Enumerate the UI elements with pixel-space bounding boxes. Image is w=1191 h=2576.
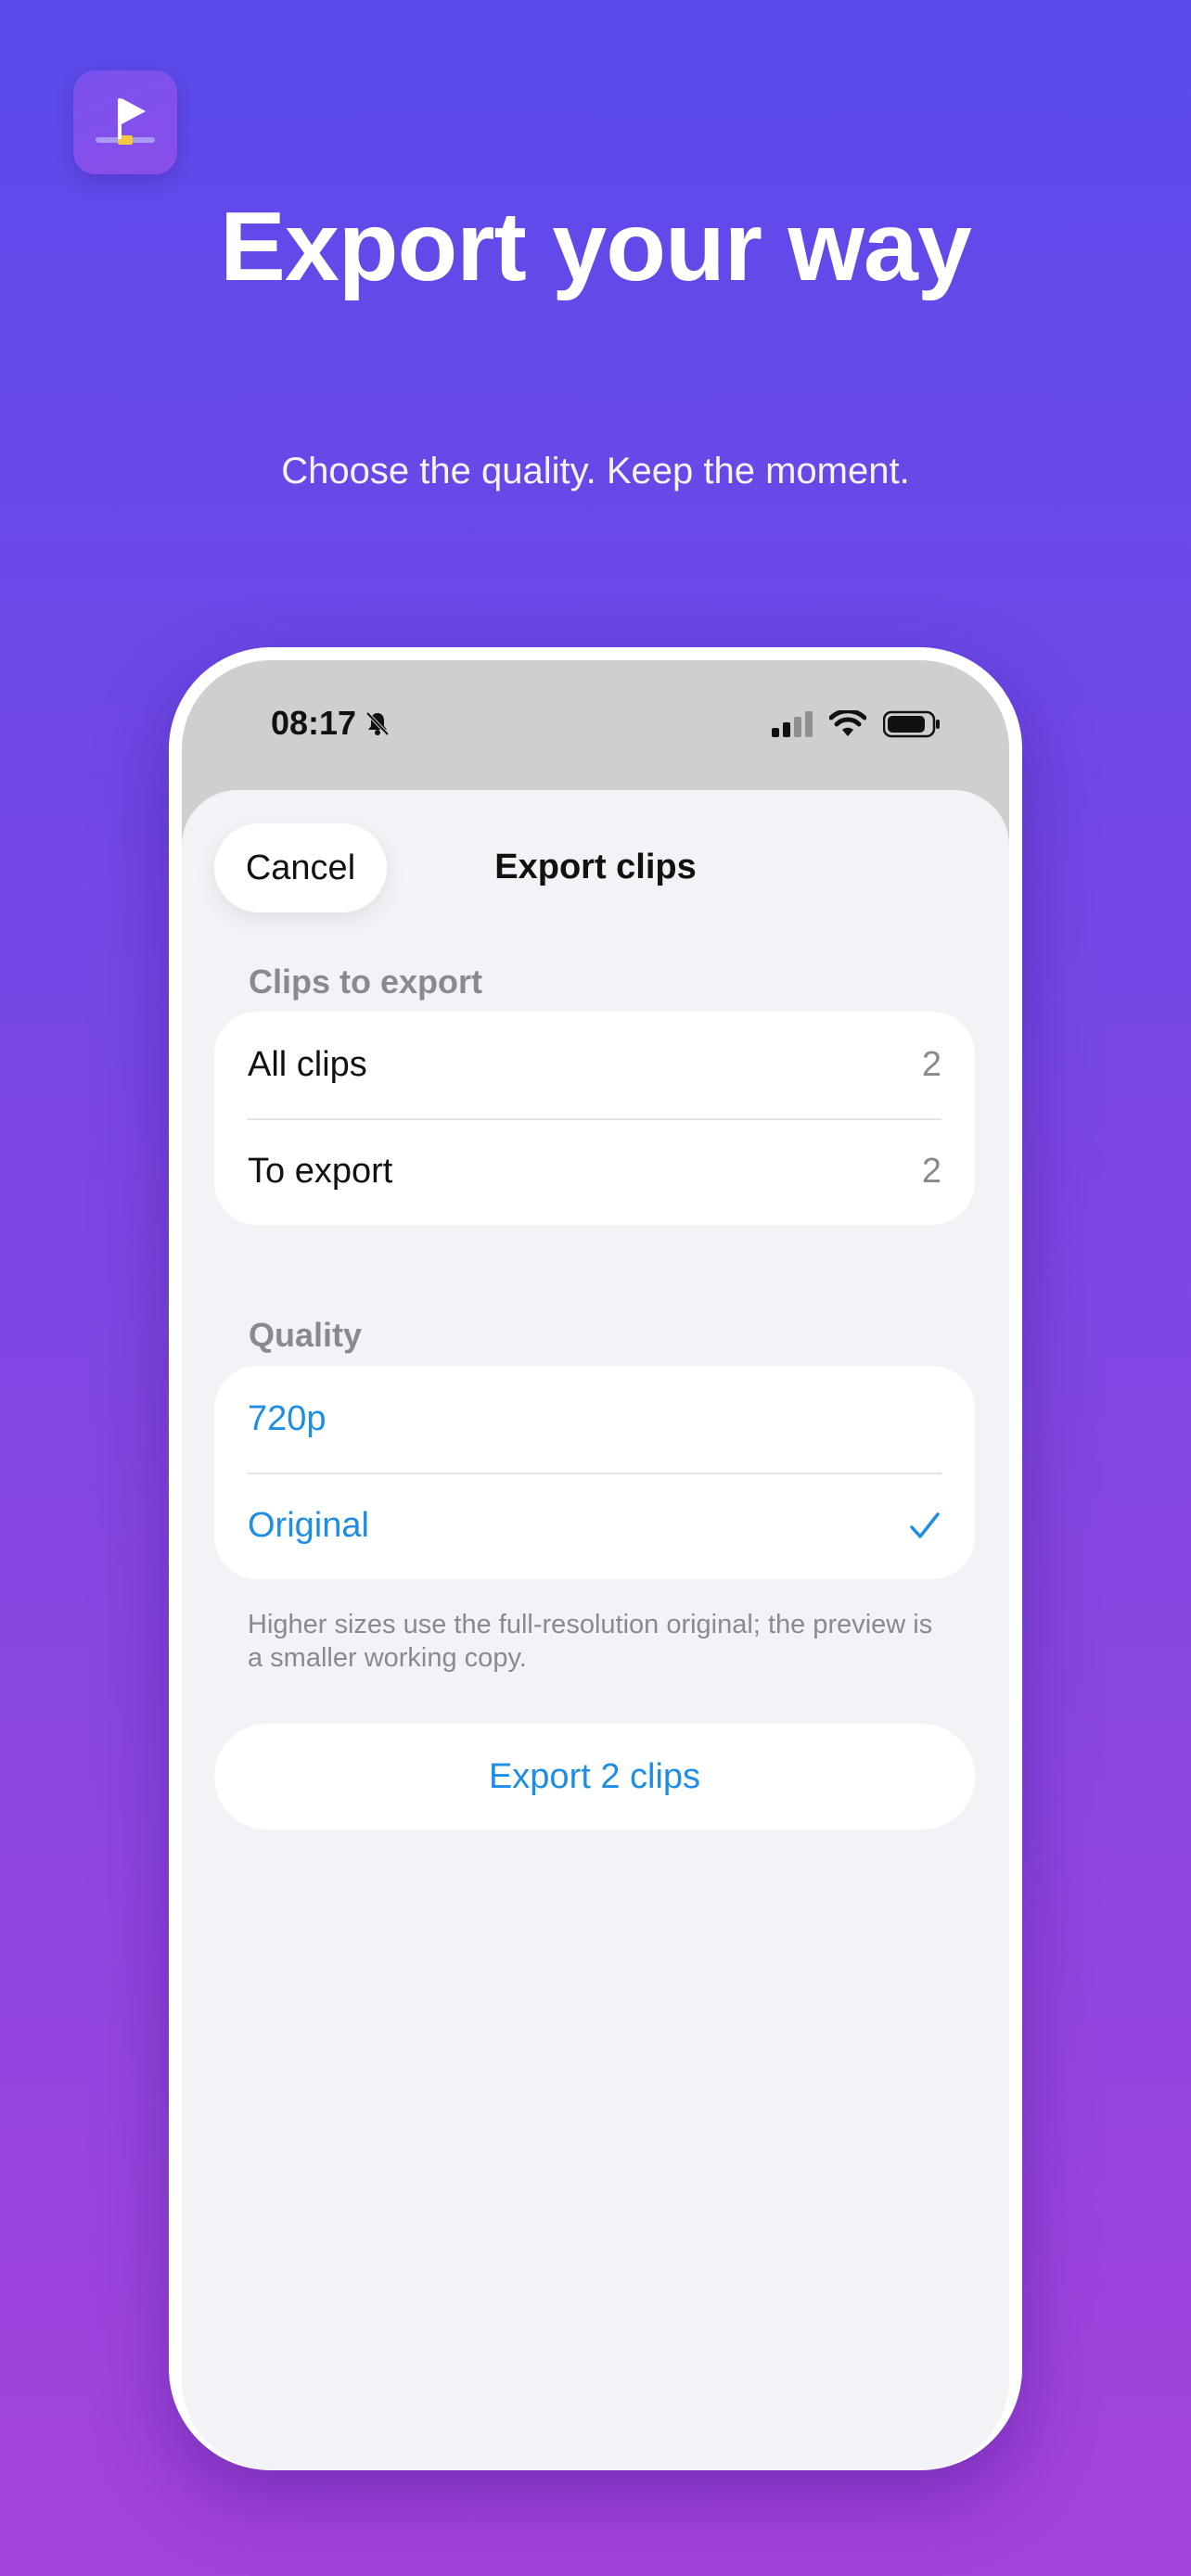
phone-mockup: 08:17 Cancel Export clips Clips to expor… xyxy=(169,647,1022,2470)
hero-subtitle: Choose the quality. Keep the moment. xyxy=(281,451,910,491)
row-value: 2 xyxy=(921,1045,941,1084)
wifi-icon xyxy=(829,710,866,736)
row-label: All clips xyxy=(248,1045,367,1084)
row-to-export: To export 2 xyxy=(214,1118,975,1225)
status-bar-time-group: 08:17 xyxy=(271,701,391,746)
phone-screen: 08:17 Cancel Export clips Clips to expor… xyxy=(182,660,1009,2470)
status-indicators xyxy=(772,710,941,738)
row-label: To export xyxy=(248,1152,393,1191)
flag-timeline-icon xyxy=(96,98,155,145)
quality-option-label: 720p xyxy=(248,1399,327,1438)
clips-section-header: Clips to export xyxy=(249,963,483,1001)
cellular-signal-icon xyxy=(772,711,813,737)
quality-option-label: Original xyxy=(248,1506,369,1545)
clips-group: All clips 2 To export 2 xyxy=(214,1012,975,1225)
row-value: 2 xyxy=(921,1152,941,1191)
checkmark-icon xyxy=(910,1511,940,1538)
export-sheet: Cancel Export clips Clips to export All … xyxy=(182,790,1009,2470)
quality-option-720p[interactable]: 720p xyxy=(214,1366,975,1473)
battery-icon xyxy=(883,710,940,738)
quality-option-original[interactable]: Original xyxy=(214,1473,975,1579)
export-clips-button[interactable]: Export 2 clips xyxy=(214,1724,975,1830)
quality-section-header: Quality xyxy=(249,1316,363,1354)
hero-title: Export your way xyxy=(220,192,972,301)
status-time: 08:17 xyxy=(271,704,357,742)
quality-group: 720p Original xyxy=(214,1366,975,1579)
app-icon xyxy=(73,70,177,174)
row-all-clips: All clips 2 xyxy=(214,1012,975,1118)
quality-footnote: Higher sizes use the full-resolution ori… xyxy=(248,1610,933,1673)
sheet-title: Export clips xyxy=(494,848,697,886)
bell-slash-icon xyxy=(365,711,390,736)
